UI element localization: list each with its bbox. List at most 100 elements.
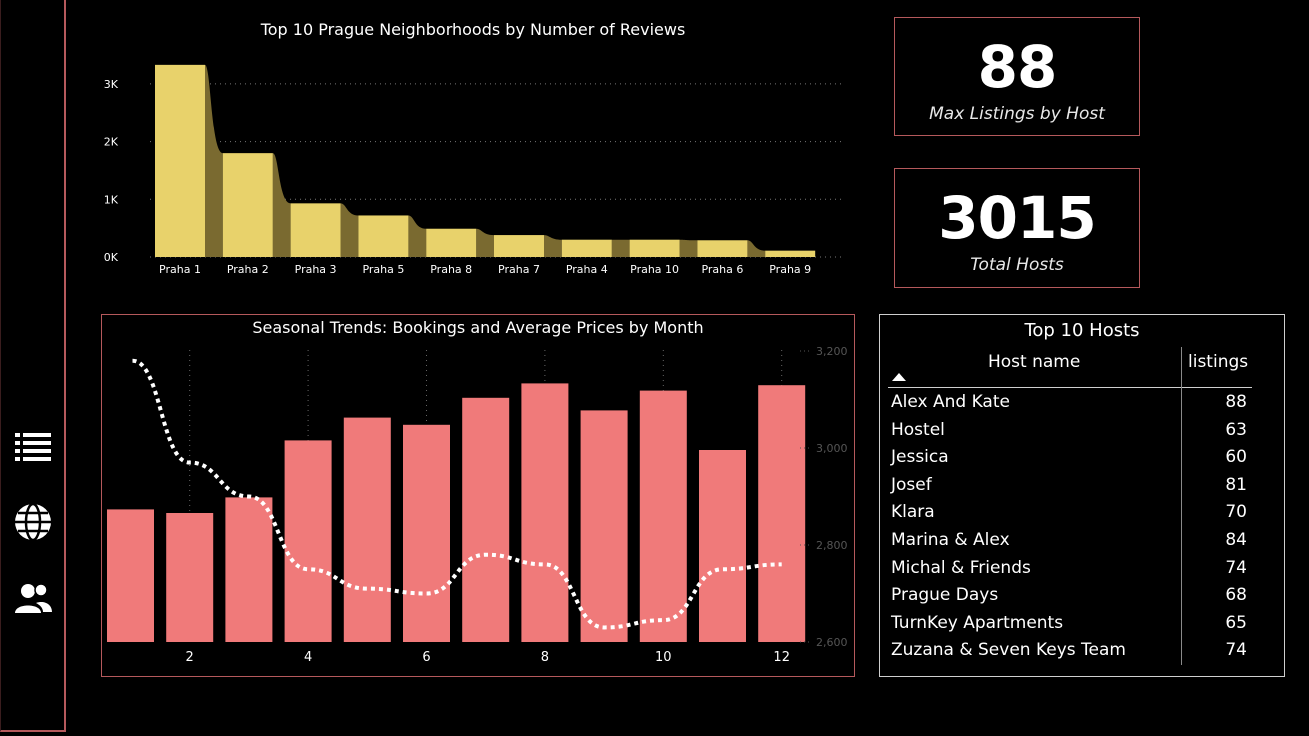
reviews-chart: 0K 1K 2K 3K Praha 1 Praha 2 Praha 3 Praha 5 Prah…	[104, 64, 842, 276]
x-tick-label: Praha 2	[227, 263, 269, 276]
x-tick-label: Praha 5	[362, 263, 404, 276]
y-tick-label: 3K	[104, 78, 119, 91]
table-row[interactable]: Michal & Friends 74	[891, 558, 1247, 585]
x-tick-label: Praha 9	[769, 263, 811, 276]
bar	[225, 497, 273, 642]
listings-cell: 65	[1225, 612, 1247, 633]
sidebar	[0, 0, 66, 732]
bar	[284, 440, 332, 642]
bar	[561, 239, 612, 257]
y2-tick-label: 3,000	[816, 442, 848, 455]
bar	[290, 203, 341, 257]
bar	[155, 64, 205, 257]
list-icon[interactable]	[12, 425, 54, 467]
bar	[699, 450, 746, 642]
bar	[462, 397, 510, 642]
reviews-chart-title: Top 10 Prague Neighborhoods by Number of…	[260, 20, 686, 39]
bar-ribbon	[476, 228, 494, 257]
bar	[403, 424, 450, 642]
x-tick-label: 2	[186, 650, 194, 665]
bar	[758, 385, 806, 642]
seasonal-chart-title: Seasonal Trends: Bookings and Average Pr…	[252, 318, 704, 337]
hosts-table-title: Top 10 Hosts	[1024, 320, 1140, 341]
hosts-table: Top 10 Hosts Host name listings Alex And…	[879, 314, 1285, 677]
bar-ribbon	[205, 64, 223, 257]
bar	[521, 383, 569, 642]
bar-ribbon	[272, 153, 291, 257]
listings-cell: 74	[1225, 640, 1247, 661]
host-name-cell: Josef	[891, 474, 932, 495]
users-icon[interactable]	[12, 578, 54, 620]
column-header-host-name[interactable]: Host name	[988, 352, 1080, 372]
x-tick-label: Praha 4	[566, 263, 608, 276]
table-row[interactable]: Alex And Kate 88	[891, 392, 1247, 419]
globe-icon[interactable]	[12, 501, 54, 543]
host-name-cell: Zuzana & Seven Keys Team	[891, 640, 1126, 661]
bar-ribbon	[544, 235, 562, 257]
bar-ribbon	[408, 215, 427, 257]
table-row[interactable]: Marina & Alex 84	[891, 530, 1247, 557]
bar	[426, 228, 477, 257]
bar-ribbon	[679, 239, 698, 257]
x-tick-label: 8	[541, 650, 549, 665]
kpi-total-hosts-label: Total Hosts	[970, 255, 1064, 275]
table-row[interactable]: Jessica 60	[891, 447, 1247, 474]
seasonal-chart: 2 4 6 8 10 12 2,600 2,800 3,000 3,200	[107, 345, 848, 665]
bar	[107, 509, 154, 642]
y2-tick-label: 2,800	[816, 539, 848, 552]
x-tick-label: 4	[304, 650, 312, 665]
x-tick-label: Praha 1	[159, 263, 201, 276]
bar-ribbon	[747, 240, 766, 257]
table-row[interactable]: Prague Days 68	[891, 585, 1247, 612]
y2-tick-label: 3,200	[816, 345, 848, 358]
x-tick-label: 6	[422, 650, 430, 665]
listings-cell: 70	[1225, 502, 1247, 523]
listings-cell: 88	[1225, 392, 1247, 412]
table-row[interactable]: Zuzana & Seven Keys Team 74	[891, 640, 1247, 667]
table-row[interactable]: TurnKey Apartments 65	[891, 613, 1247, 640]
bar-ribbon	[611, 239, 630, 257]
x-tick-label: 12	[773, 650, 790, 665]
host-name-cell: Alex And Kate	[891, 392, 1010, 412]
host-name-cell: Jessica	[891, 447, 949, 468]
listings-cell: 63	[1225, 419, 1247, 440]
host-name-cell: Marina & Alex	[891, 530, 1010, 550]
listings-cell: 81	[1225, 474, 1247, 495]
bar	[358, 215, 409, 257]
table-row[interactable]: Hostel 63	[891, 420, 1247, 447]
host-name-cell: TurnKey Apartments	[891, 612, 1064, 633]
bar	[343, 417, 391, 642]
bar	[639, 390, 687, 642]
kpi-total-hosts-value: 3015	[938, 184, 1096, 252]
y-tick-label: 0K	[104, 251, 119, 264]
bar	[629, 239, 680, 257]
x-tick-label: Praha 7	[498, 263, 540, 276]
kpi-max-listings-label: Max Listings by Host	[929, 104, 1105, 124]
y-tick-label: 1K	[104, 193, 119, 206]
listings-cell: 60	[1225, 447, 1247, 468]
host-name-cell: Hostel	[891, 419, 945, 440]
bar	[222, 153, 273, 257]
bar	[697, 240, 748, 257]
bar	[765, 250, 816, 257]
y-tick-label: 2K	[104, 136, 119, 149]
table-row[interactable]: Josef 81	[891, 475, 1247, 502]
listings-cell: 68	[1225, 585, 1247, 606]
x-tick-label: 10	[655, 650, 672, 665]
x-tick-label: Praha 6	[701, 263, 743, 276]
host-name-cell: Klara	[891, 502, 935, 523]
x-tick-label: Praha 3	[295, 263, 337, 276]
kpi-total-hosts: 3015 Total Hosts	[894, 168, 1140, 288]
sort-ascending-icon[interactable]	[892, 373, 906, 381]
header-divider	[888, 387, 1252, 388]
bar	[166, 513, 214, 642]
table-row[interactable]: Klara 70	[891, 502, 1247, 529]
host-name-cell: Michal & Friends	[891, 557, 1031, 578]
x-tick-label: Praha 10	[630, 263, 679, 276]
host-name-cell: Prague Days	[891, 585, 999, 606]
listings-cell: 74	[1225, 557, 1247, 578]
column-header-listings[interactable]: listings	[1188, 352, 1248, 372]
bar-ribbon	[340, 203, 359, 257]
kpi-max-listings-value: 88	[977, 33, 1058, 101]
listings-cell: 84	[1225, 530, 1247, 550]
